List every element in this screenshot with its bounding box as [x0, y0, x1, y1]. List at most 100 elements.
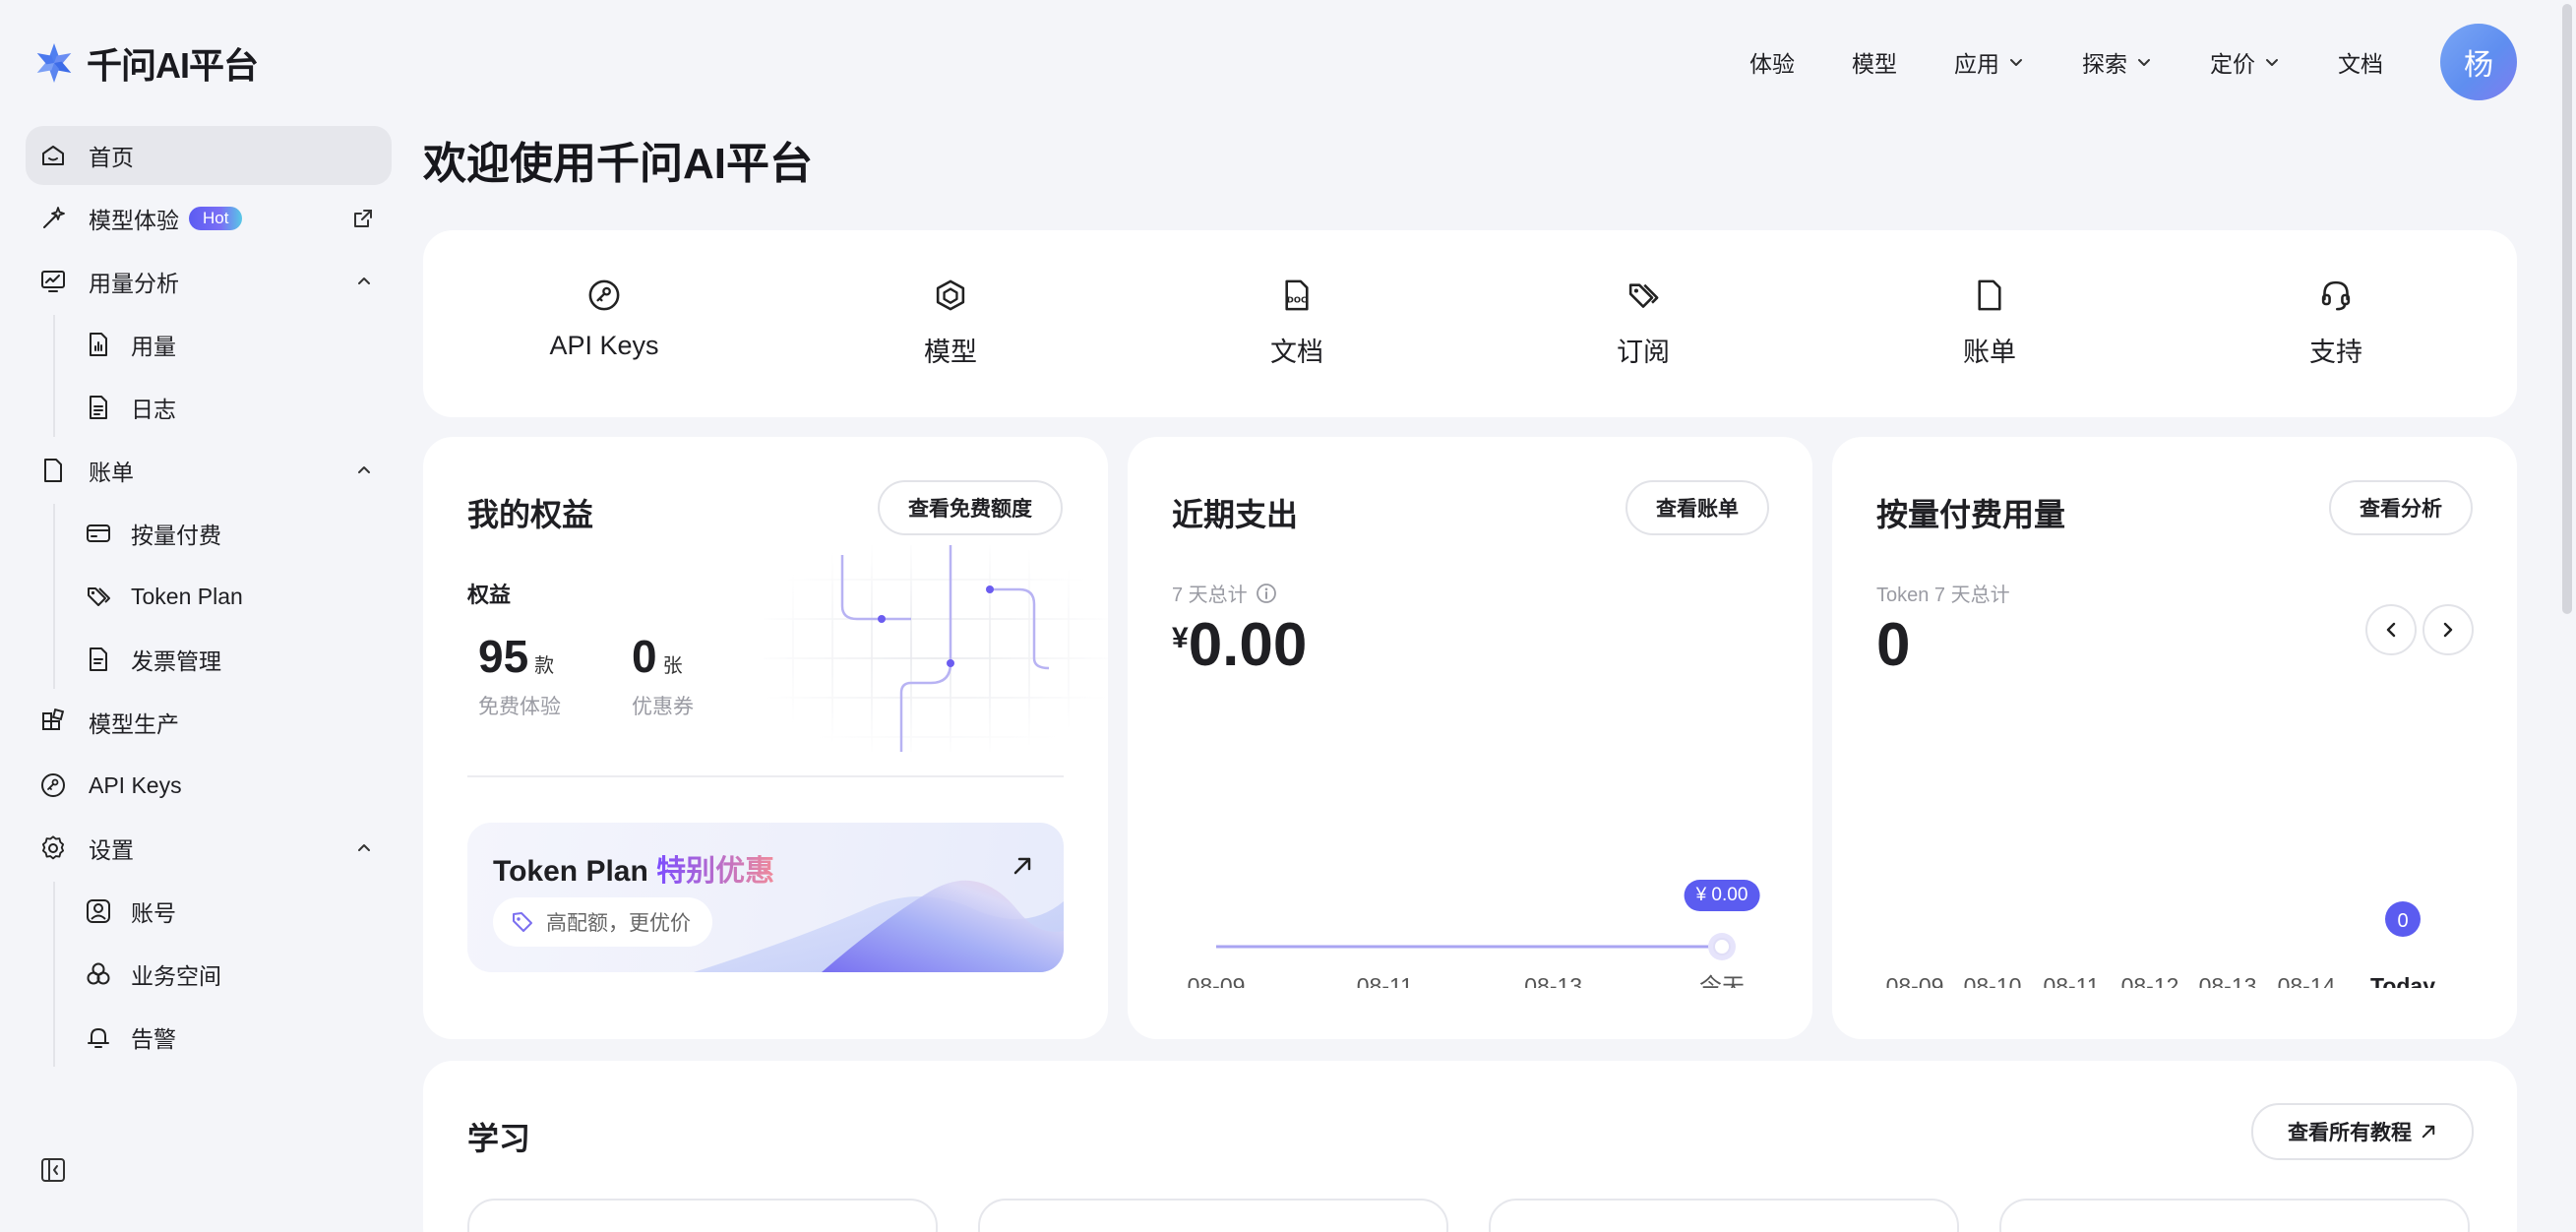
x-tick-label: 08-09 [1188, 973, 1246, 988]
blocks-icon [42, 708, 65, 730]
sidebar-item-model-production[interactable]: 模型生产 [26, 693, 392, 752]
quick-link-label: 订阅 [1617, 338, 1670, 367]
usage-file-icon [90, 333, 107, 356]
bill-file-icon [44, 459, 62, 482]
price-tag-icon [513, 912, 532, 932]
token-plan-promo[interactable]: Token Plan 特别优惠 高配额，更优价 [467, 823, 1064, 972]
chevron-right-icon [2443, 622, 2453, 638]
benefits-divider [467, 775, 1064, 777]
sidebar-item-label: 账单 [89, 460, 134, 485]
quick-link-billing[interactable]: 账单 [1881, 277, 2098, 369]
home-icon [42, 146, 64, 165]
data-point[interactable] [1713, 938, 1731, 955]
sidebar-item-workspace[interactable]: 业务空间 [26, 945, 392, 1004]
nav-explore[interactable]: 探索 [2082, 45, 2153, 79]
sidebar-item-billing[interactable]: 账单 [26, 441, 392, 500]
bill-file-icon [1978, 279, 2001, 311]
qwen-logo-icon [36, 43, 72, 83]
external-link-icon[interactable] [352, 208, 374, 229]
token-total-value: 0 [1876, 611, 1911, 679]
view-free-quota-button[interactable]: 查看免费额度 [878, 480, 1063, 535]
token-total-label: Token 7 天总计 [1876, 585, 2010, 606]
sidebar-item-usage-analysis[interactable]: 用量分析 [26, 252, 392, 311]
quick-link-subscriptions[interactable]: 订阅 [1535, 277, 1751, 369]
chevron-up-icon[interactable] [354, 837, 374, 857]
collapse-sidebar-icon[interactable] [39, 1156, 67, 1184]
sidebar-item-token-plan[interactable]: Token Plan [26, 567, 392, 626]
quick-links-card: API Keys 模型 DOC 文档 订阅 账单 支持 [423, 230, 2517, 417]
x-tick-label: 今天 [1699, 973, 1745, 988]
tutorial-card[interactable] [978, 1199, 1448, 1232]
coupons-stat: 0 张 [632, 630, 683, 683]
quick-link-models[interactable]: 模型 [842, 277, 1059, 369]
tutorial-card[interactable] [467, 1199, 938, 1232]
quick-link-label: 支持 [2309, 338, 2362, 367]
view-analysis-button[interactable]: 查看分析 [2329, 480, 2473, 535]
coupons-unit: 张 [662, 655, 683, 677]
nav-pricing[interactable]: 定价 [2210, 45, 2281, 79]
free-models-unit: 款 [534, 655, 555, 677]
nav-experience[interactable]: 体验 [1749, 45, 1795, 79]
x-tick-label: 08-13 [2199, 973, 2257, 988]
benefits-subtitle: 权益 [467, 583, 512, 607]
tutorial-card[interactable] [1999, 1199, 2470, 1232]
quick-link-support[interactable]: 支持 [2228, 277, 2444, 369]
key-icon [41, 773, 65, 797]
sidebar-item-settings[interactable]: 设置 [26, 819, 392, 878]
sidebar-item-pay-as-you-go[interactable]: 按量付费 [26, 504, 392, 563]
quick-link-label: 文档 [1270, 338, 1323, 367]
page-scrollbar[interactable] [2562, 4, 2572, 614]
spending-amount-value: 0.00 [1188, 611, 1308, 679]
key-icon [588, 279, 620, 311]
x-tick-label: 08-11 [1357, 973, 1413, 988]
coupons-label: 优惠券 [632, 696, 694, 718]
sidebar-item-usage[interactable]: 用量 [26, 315, 392, 374]
x-tick-label: 08-11 [2043, 973, 2099, 988]
sidebar-item-invoice[interactable]: 发票管理 [26, 630, 392, 689]
view-bills-button[interactable]: 查看账单 [1625, 480, 1769, 535]
spending-amount: ¥ 0.00 [1172, 611, 1308, 679]
quick-link-label: 模型 [924, 338, 977, 367]
chevron-up-icon[interactable] [354, 271, 374, 290]
sidebar-item-logs[interactable]: 日志 [26, 378, 392, 437]
sidebar-item-label: 业务空间 [131, 963, 221, 989]
chevron-up-icon[interactable] [354, 460, 374, 479]
sidebar-item-api-keys[interactable]: API Keys [26, 756, 392, 815]
chevron-left-icon [2386, 622, 2396, 638]
chart-next-button[interactable] [2423, 604, 2474, 655]
view-all-tutorials-button[interactable]: 查看所有教程 [2251, 1103, 2474, 1160]
sidebar-item-home[interactable]: 首页 [26, 126, 392, 185]
quick-link-api-keys[interactable]: API Keys [496, 277, 712, 361]
nav-models[interactable]: 模型 [1852, 45, 1897, 79]
view-all-tutorials-label: 查看所有教程 [2288, 1122, 2412, 1144]
svg-text:DOC: DOC [1287, 295, 1307, 305]
sidebar-item-label: 设置 [89, 837, 134, 863]
chart-prev-button[interactable] [2365, 604, 2417, 655]
usage-bar-chart: 08-09 08-10 08-11 08-12 08-13 08-14 Today 0 [1886, 901, 2435, 988]
sidebar-item-model-experience[interactable]: 模型体验 Hot [26, 189, 392, 248]
gear-icon [41, 835, 65, 860]
sidebar-item-label: 模型体验 [89, 208, 179, 233]
promo-title-text: Token Plan [493, 855, 648, 888]
quick-link-docs[interactable]: DOC 文档 [1189, 277, 1405, 369]
tutorial-card[interactable] [1489, 1199, 1959, 1232]
arrow-up-right-icon [2422, 1125, 2435, 1139]
brand-logo[interactable]: 千问AI平台 [31, 37, 259, 89]
sidebar-item-account[interactable]: 账号 [26, 882, 392, 941]
quick-link-label: 账单 [1963, 338, 2016, 367]
info-icon[interactable] [1256, 583, 1277, 604]
billing-submenu: 按量付费 Token Plan 发票管理 [26, 504, 392, 689]
spending-total-label: 7 天总计 [1172, 585, 1248, 606]
nav-docs[interactable]: 文档 [2338, 45, 2383, 79]
promo-tag: 高配额，更优价 [493, 897, 712, 947]
coupons-count: 0 [632, 631, 657, 682]
log-file-icon [90, 396, 107, 419]
tags-icon [88, 587, 110, 606]
spending-total-label-row: 7 天总计 [1172, 579, 1277, 607]
x-tick-label: 08-13 [1524, 973, 1582, 988]
user-avatar[interactable]: 杨 [2440, 24, 2517, 100]
benefits-card: 我的权益 查看免费额度 权益 95 款 免费体验 0 张 优惠券 Token P… [423, 437, 1108, 1039]
nav-apps[interactable]: 应用 [1954, 45, 2025, 79]
sidebar-item-alerts[interactable]: 告警 [26, 1008, 392, 1067]
free-models-count: 95 [478, 631, 529, 682]
